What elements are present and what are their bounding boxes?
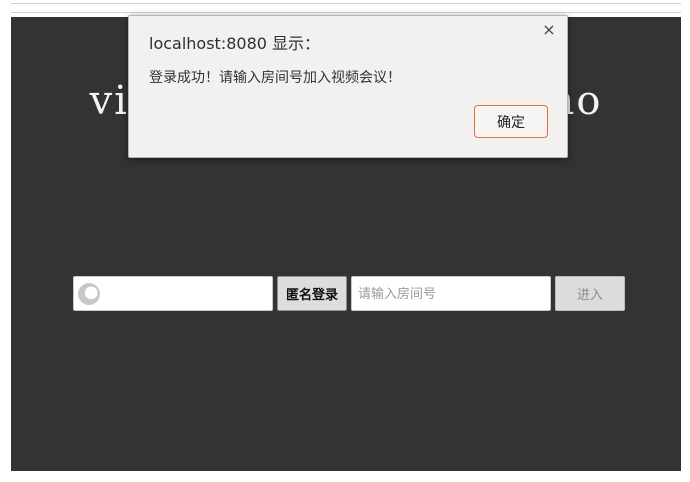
ok-button[interactable]: 确定	[474, 105, 548, 138]
username-input[interactable]	[104, 278, 273, 311]
anonymous-login-button[interactable]: 匿名登录	[277, 276, 347, 311]
dialog-title: localhost:8080 显示：	[149, 34, 321, 53]
browser-top-strip	[11, 3, 681, 13]
room-number-input[interactable]	[351, 276, 551, 311]
avatar	[78, 283, 100, 305]
username-input-group	[73, 276, 273, 311]
enter-room-button[interactable]: 进入	[555, 276, 625, 311]
close-icon[interactable]: ×	[540, 21, 558, 39]
alert-dialog: localhost:8080 显示： × 登录成功！请输入房间号加入视频会议！ …	[128, 15, 568, 158]
dialog-message: 登录成功！请输入房间号加入视频会议！	[149, 70, 401, 86]
login-row: 匿名登录 进入	[73, 276, 629, 312]
